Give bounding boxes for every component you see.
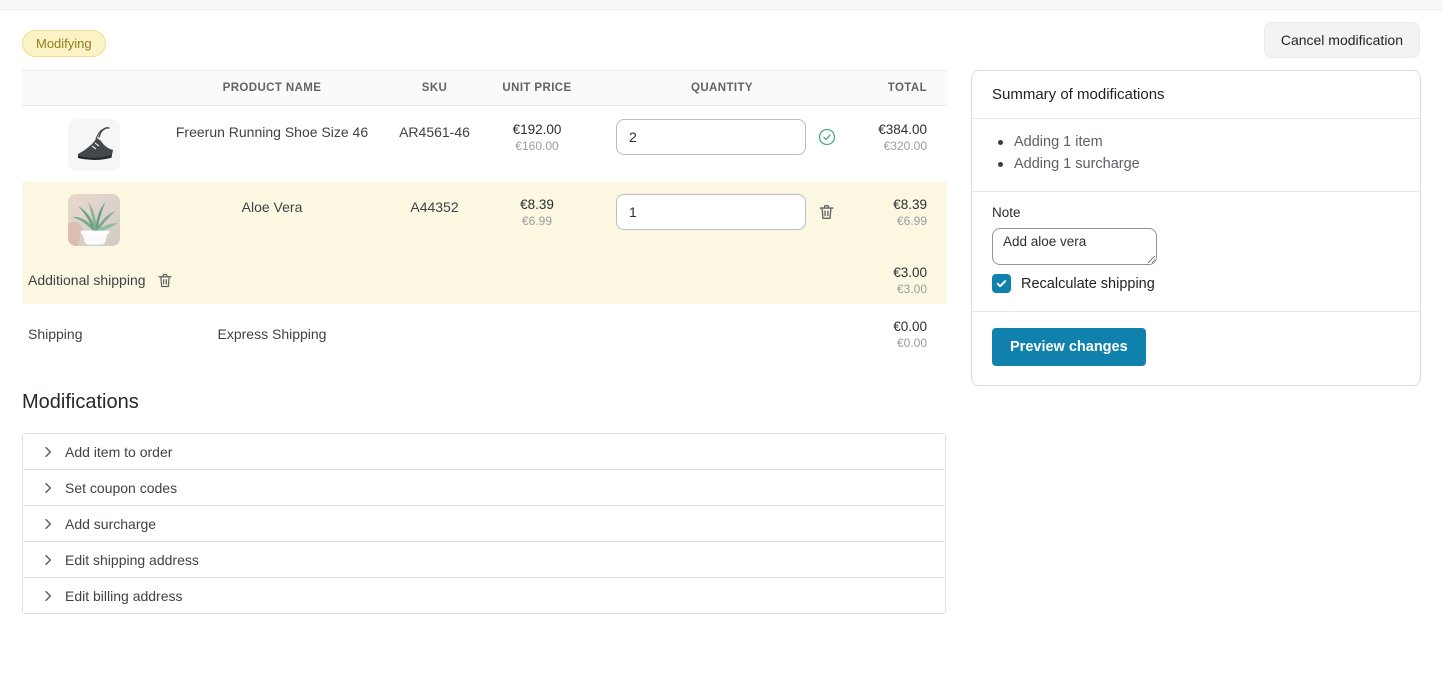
quantity-input[interactable] — [616, 194, 806, 230]
accordion-label: Edit billing address — [65, 588, 183, 604]
shipping-row: Shipping Express Shipping €0.00 €0.00 — [22, 304, 947, 364]
surcharge-row: Additional shipping — [22, 256, 947, 304]
sneaker-image — [68, 119, 120, 171]
main-content: PRODUCT NAME SKU UNIT PRICE QUANTITY TOT… — [0, 58, 1442, 614]
table-row-highlighted: Aloe Vera A44352 €8.39 €6.99 — [22, 182, 947, 256]
chevron-right-icon — [40, 444, 56, 460]
line-total-secondary: €320.00 — [862, 139, 927, 153]
summary-title: Summary of modifications — [972, 71, 1420, 119]
modifications-accordion: Add item to order Set coupon codes Add s… — [22, 433, 946, 614]
summary-bullet: Adding 1 item — [996, 134, 1400, 150]
modifications-heading: Modifications — [22, 391, 947, 414]
summary-bullet-list: Adding 1 item Adding 1 surcharge — [972, 119, 1420, 192]
remove-item-button[interactable] — [817, 202, 836, 222]
header-sku: SKU — [377, 82, 492, 94]
order-modification-page: Modifying Cancel modification PRODUCT NA… — [0, 0, 1442, 614]
shipping-total: €0.00 — [857, 319, 927, 334]
accordion-edit-shipping-address[interactable]: Edit shipping address — [22, 541, 946, 578]
table-row: Freerun Running Shoe Size 46 AR4561-46 €… — [22, 106, 947, 182]
unit-price: €192.00 — [492, 122, 582, 137]
recalculate-shipping-label: Recalculate shipping — [1021, 276, 1155, 292]
shipping-method: Express Shipping — [167, 326, 377, 342]
summary-bullet: Adding 1 surcharge — [996, 156, 1400, 172]
header-product-name: PRODUCT NAME — [167, 82, 377, 94]
product-name: Aloe Vera — [167, 194, 377, 215]
product-name: Freerun Running Shoe Size 46 — [167, 119, 377, 140]
status-badge: Modifying — [22, 30, 106, 57]
trash-icon — [156, 278, 174, 293]
check-circle-icon — [817, 127, 837, 147]
cancel-modification-button[interactable]: Cancel modification — [1264, 22, 1420, 58]
table-header-row: PRODUCT NAME SKU UNIT PRICE QUANTITY TOT… — [22, 70, 947, 106]
aloe-image — [68, 194, 120, 246]
shipping-total-secondary: €0.00 — [857, 336, 927, 350]
chevron-right-icon — [40, 480, 56, 496]
order-items-section: PRODUCT NAME SKU UNIT PRICE QUANTITY TOT… — [22, 70, 947, 614]
top-bar — [0, 0, 1442, 10]
accordion-edit-billing-address[interactable]: Edit billing address — [22, 577, 946, 614]
note-section: Note Add aloe vera Recalculate shipping — [972, 192, 1420, 312]
accordion-label: Add item to order — [65, 444, 172, 460]
chevron-right-icon — [40, 516, 56, 532]
header-unit-price: UNIT PRICE — [492, 82, 582, 94]
accordion-label: Edit shipping address — [65, 552, 199, 568]
accordion-label: Add surcharge — [65, 516, 156, 532]
line-total-secondary: €6.99 — [862, 214, 927, 228]
page-header: Modifying Cancel modification — [0, 10, 1442, 58]
header-total: TOTAL — [862, 82, 947, 94]
header-quantity: QUANTITY — [582, 82, 862, 94]
line-total: €384.00 — [862, 122, 927, 137]
accordion-add-surcharge[interactable]: Add surcharge — [22, 505, 946, 542]
unit-price: €8.39 — [492, 197, 582, 212]
product-thumbnail-aloe — [68, 194, 120, 246]
product-sku: A44352 — [377, 194, 492, 215]
surcharge-label: Additional shipping — [28, 272, 146, 288]
check-icon — [995, 277, 1008, 290]
summary-panel: Summary of modifications Adding 1 item A… — [971, 70, 1421, 386]
product-sku: AR4561-46 — [377, 119, 492, 140]
note-input[interactable]: Add aloe vera — [992, 228, 1157, 265]
remove-surcharge-button[interactable] — [156, 271, 174, 290]
surcharge-total: €3.00 — [857, 265, 927, 280]
note-label: Note — [992, 205, 1400, 220]
chevron-right-icon — [40, 552, 56, 568]
surcharge-total-secondary: €3.00 — [857, 282, 927, 296]
trash-icon — [817, 210, 836, 225]
unit-price-secondary: €160.00 — [492, 139, 582, 153]
summary-card: Summary of modifications Adding 1 item A… — [971, 70, 1421, 386]
recalculate-shipping-checkbox[interactable] — [992, 274, 1011, 293]
unit-price-secondary: €6.99 — [492, 214, 582, 228]
line-total: €8.39 — [862, 197, 927, 212]
accordion-set-coupon-codes[interactable]: Set coupon codes — [22, 469, 946, 506]
order-items-table: PRODUCT NAME SKU UNIT PRICE QUANTITY TOT… — [22, 70, 947, 364]
shipping-label: Shipping — [22, 326, 167, 342]
accordion-add-item-to-order[interactable]: Add item to order — [22, 433, 946, 470]
chevron-right-icon — [40, 588, 56, 604]
product-thumbnail-sneaker — [68, 119, 120, 171]
accordion-label: Set coupon codes — [65, 480, 177, 496]
quantity-input[interactable] — [616, 119, 806, 155]
preview-changes-button[interactable]: Preview changes — [992, 328, 1146, 366]
